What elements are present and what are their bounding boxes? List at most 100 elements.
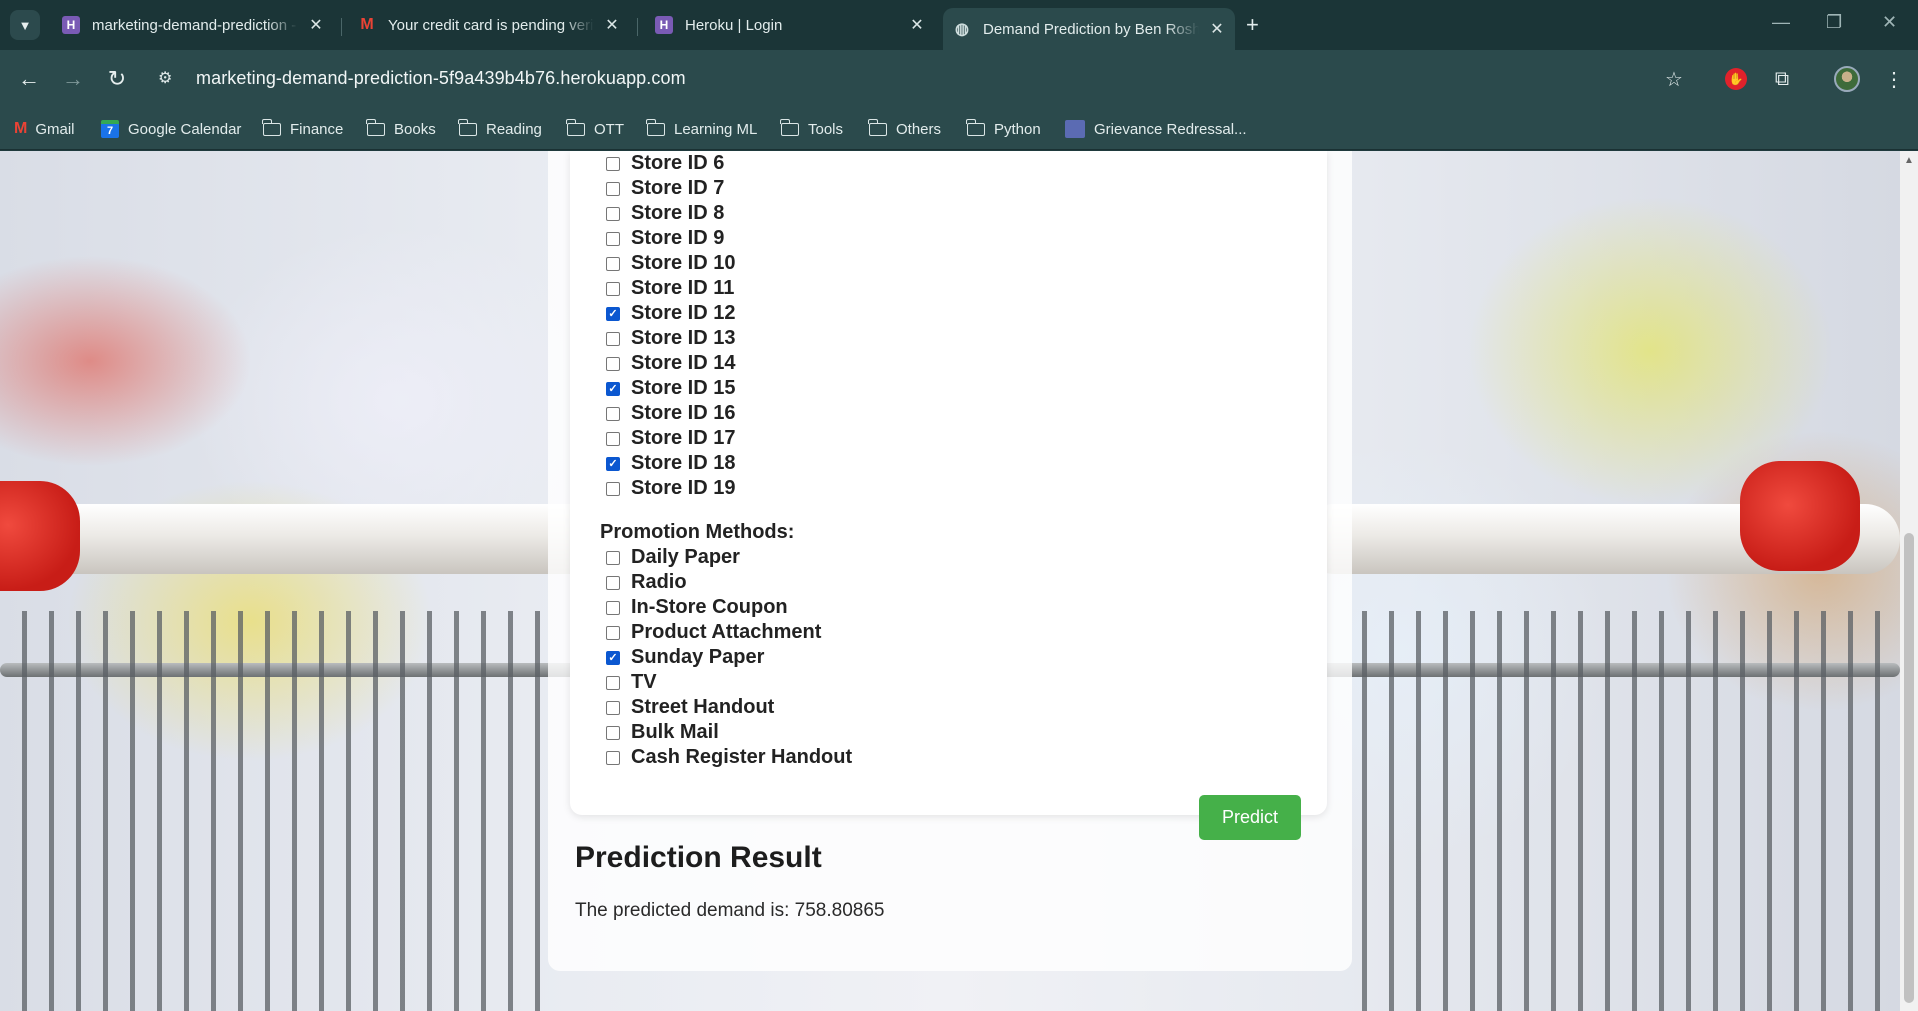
new-tab-button[interactable]: +: [1246, 12, 1259, 38]
store-option[interactable]: ✓ Store ID 12: [606, 301, 735, 326]
checkbox[interactable]: ✓: [606, 381, 620, 396]
grievance-icon: [1065, 120, 1085, 138]
bookmark-label: Reading: [486, 120, 542, 138]
bookmark-label: Gmail: [35, 120, 75, 138]
close-icon[interactable]: ✕: [909, 15, 925, 35]
bookmark-finance[interactable]: Finance: [262, 118, 343, 140]
extension-button[interactable]: ✋: [1722, 65, 1750, 93]
store-option[interactable]: Store ID 10: [606, 251, 735, 276]
checkbox[interactable]: ✓: [606, 456, 620, 471]
bookmark-ott[interactable]: OTT: [566, 118, 624, 140]
close-icon[interactable]: ✕: [604, 15, 620, 35]
close-icon[interactable]: ✕: [308, 15, 324, 35]
checkbox[interactable]: [606, 231, 620, 246]
checkbox[interactable]: [606, 481, 620, 496]
checkbox[interactable]: [606, 625, 620, 640]
hand-stop-icon: ✋: [1725, 68, 1747, 90]
arrow-left-icon: ←: [18, 66, 40, 91]
bookmark-learning-ml[interactable]: Learning ML: [646, 118, 757, 140]
promotion-option[interactable]: ✓ Sunday Paper: [606, 645, 852, 670]
tab-gmail[interactable]: M Your credit card is pending verificati…: [348, 8, 630, 42]
folder-icon: [966, 118, 985, 136]
checkbox[interactable]: [606, 256, 620, 271]
store-option[interactable]: ✓ Store ID 15: [606, 376, 735, 401]
checkbox[interactable]: [606, 750, 620, 765]
bookmark-others[interactable]: Others: [868, 118, 941, 140]
store-option[interactable]: Store ID 11: [606, 276, 735, 301]
browser-toolbar: ← → ↻ ⚙ marketing-demand-prediction-5f9a…: [0, 50, 1918, 108]
checkbox[interactable]: [606, 575, 620, 590]
store-option[interactable]: Store ID 17: [606, 426, 735, 451]
promotion-option[interactable]: In-Store Coupon: [606, 595, 852, 620]
page-scrollbar[interactable]: ▲: [1900, 151, 1918, 1011]
reload-icon: ↻: [107, 66, 127, 91]
checkbox[interactable]: ✓: [606, 306, 620, 321]
store-option[interactable]: Store ID 14: [606, 351, 735, 376]
checkbox[interactable]: [606, 725, 620, 740]
checkbox[interactable]: [606, 675, 620, 690]
minimize-icon[interactable]: —: [1772, 12, 1790, 33]
checkbox[interactable]: ✓: [606, 650, 620, 665]
bookmark-label: Google Calendar: [128, 120, 242, 138]
promotion-option[interactable]: TV: [606, 670, 852, 695]
checkbox[interactable]: [606, 206, 620, 221]
checkbox[interactable]: [606, 700, 620, 715]
store-option[interactable]: Store ID 6: [606, 151, 735, 176]
bookmark-label: Books: [394, 120, 436, 138]
checkbox[interactable]: [606, 431, 620, 446]
promotion-label: Sunday Paper: [631, 646, 765, 668]
store-option[interactable]: Store ID 19: [606, 476, 735, 501]
checkbox[interactable]: [606, 331, 620, 346]
predict-button[interactable]: Predict: [1199, 795, 1301, 840]
bookmark-google-calendar[interactable]: 7 Google Calendar: [101, 118, 241, 140]
bookmarks-bar: M Gmail 7 Google Calendar Finance Books Re…: [0, 108, 1918, 150]
reload-button[interactable]: ↻: [102, 64, 132, 94]
restore-icon[interactable]: ❐: [1826, 12, 1842, 33]
address-bar[interactable]: marketing-demand-prediction-5f9a439b4b76…: [196, 68, 686, 89]
promotion-option[interactable]: Street Handout: [606, 695, 852, 720]
checkbox[interactable]: [606, 406, 620, 421]
checkbox[interactable]: [606, 181, 620, 196]
profile-button[interactable]: [1833, 65, 1861, 93]
window-close-icon[interactable]: ✕: [1882, 12, 1897, 33]
checkbox[interactable]: [606, 156, 620, 171]
bookmark-reading[interactable]: Reading: [458, 118, 542, 140]
checkbox[interactable]: [606, 281, 620, 296]
forward-button[interactable]: →: [58, 64, 88, 94]
close-icon[interactable]: ✕: [1209, 19, 1225, 39]
bookmark-books[interactable]: Books: [366, 118, 436, 140]
back-button[interactable]: ←: [14, 64, 44, 94]
promotion-option[interactable]: Radio: [606, 570, 852, 595]
promotion-option[interactable]: Cash Register Handout: [606, 745, 852, 770]
cart-grip-left: [0, 481, 80, 591]
checkbox[interactable]: [606, 356, 620, 371]
bookmark-python[interactable]: Python: [966, 118, 1041, 140]
store-option[interactable]: Store ID 8: [606, 201, 735, 226]
scroll-up-icon[interactable]: ▲: [1904, 155, 1914, 166]
store-option[interactable]: Store ID 9: [606, 226, 735, 251]
scrollbar-thumb[interactable]: [1904, 533, 1914, 1003]
tab-heroku-login[interactable]: H Heroku | Login ✕: [645, 8, 935, 42]
promotion-option[interactable]: Bulk Mail: [606, 720, 852, 745]
tab-demand-prediction[interactable]: ◍ Demand Prediction by Ben Rosh ✕: [943, 8, 1235, 50]
tab-search-button[interactable]: ▼: [10, 10, 40, 40]
store-option[interactable]: Store ID 13: [606, 326, 735, 351]
bookmark-gmail[interactable]: M Gmail: [14, 118, 75, 140]
store-label: Store ID 16: [631, 402, 736, 424]
store-option[interactable]: Store ID 16: [606, 401, 735, 426]
site-info-icon[interactable]: ⚙: [158, 68, 172, 88]
promotion-label: Daily Paper: [631, 546, 740, 568]
store-option[interactable]: Store ID 7: [606, 176, 735, 201]
promotion-option[interactable]: Daily Paper: [606, 545, 852, 570]
tab-marketing-demand[interactable]: H marketing-demand-prediction - ✕: [52, 8, 334, 42]
more-menu-icon[interactable]: ⋮: [1880, 65, 1908, 93]
bookmark-star-icon[interactable]: ☆: [1660, 65, 1688, 93]
arrow-right-icon: →: [62, 66, 84, 91]
store-option[interactable]: ✓ Store ID 18: [606, 451, 735, 476]
promotion-option[interactable]: Product Attachment: [606, 620, 852, 645]
checkbox[interactable]: [606, 600, 620, 615]
bookmark-tools[interactable]: Tools: [780, 118, 843, 140]
bookmark-grievance[interactable]: Grievance Redressal...: [1065, 118, 1247, 140]
checkbox[interactable]: [606, 550, 620, 565]
extensions-puzzle-icon[interactable]: ⧉: [1768, 65, 1796, 93]
